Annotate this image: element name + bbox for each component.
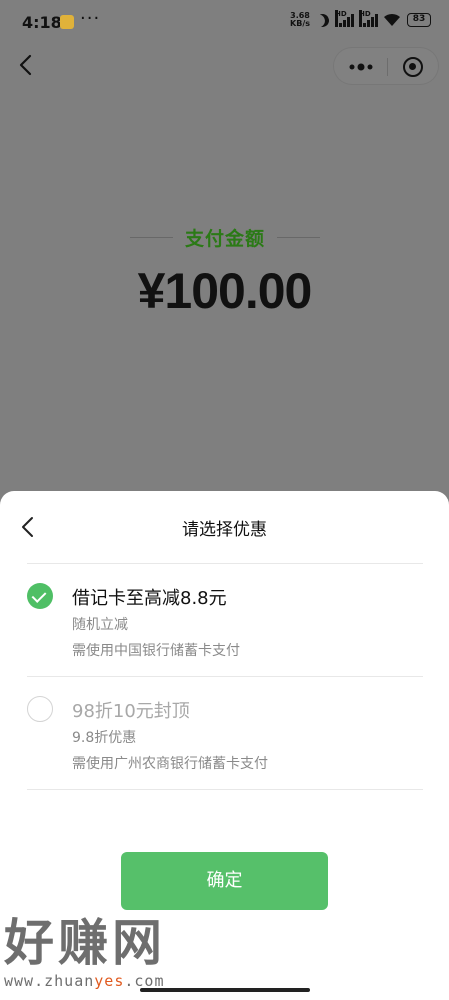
- signal-icon: HD: [335, 10, 354, 27]
- status-icons: 3.68 KB/s HD HD 83: [290, 10, 431, 29]
- divider-line: [277, 236, 321, 238]
- watermark: 好赚网 www.zhuanyes.com: [4, 916, 166, 990]
- wifi-icon: [384, 13, 400, 26]
- more-dots-icon[interactable]: [346, 59, 376, 75]
- back-icon[interactable]: [14, 52, 40, 78]
- payment-amount: ¥100.00: [137, 263, 313, 319]
- signal-icon-2: HD: [359, 10, 378, 27]
- home-indicator[interactable]: [140, 988, 310, 992]
- mini-program-capsule: [333, 47, 439, 85]
- notification-app-icon: [60, 15, 74, 29]
- option-requirement: 需使用中国银行储蓄卡支付: [72, 643, 240, 659]
- option-title: 借记卡至高减8.8元: [72, 588, 227, 609]
- divider-line: [130, 236, 173, 238]
- sheet-title: 请选择优惠: [182, 520, 267, 540]
- payment-label: 支付金额: [185, 227, 266, 250]
- discount-option-2[interactable]: 98折10元封顶 9.8折优惠 需使用广州农商银行储蓄卡支付: [0, 677, 449, 789]
- watermark-logo-text: 好赚网: [4, 914, 166, 972]
- option-subtitle: 9.8折优惠: [72, 730, 137, 746]
- checked-icon[interactable]: [27, 583, 53, 609]
- network-speed-unit: KB/s: [290, 19, 310, 28]
- battery-icon: 83: [407, 13, 431, 27]
- status-time: 4:18: [22, 13, 62, 32]
- status-bar: 4:18 ··· 3.68 KB/s HD HD 83: [0, 0, 449, 44]
- watermark-url-highlight: yes: [94, 972, 125, 990]
- option-title: 98折10元封顶: [72, 701, 190, 722]
- option-subtitle: 随机立减: [72, 617, 128, 633]
- watermark-url-prefix: www.zhuan: [4, 972, 95, 990]
- discount-option-1[interactable]: 借记卡至高减8.8元 随机立减 需使用中国银行储蓄卡支付: [0, 564, 449, 676]
- payment-label-row: 支付金额: [130, 222, 321, 252]
- status-more-indicator: ···: [80, 8, 101, 29]
- divider: [27, 789, 423, 790]
- target-icon[interactable]: [403, 57, 423, 77]
- confirm-button[interactable]: 确定: [121, 852, 328, 910]
- signal-hd-label-2: HD: [359, 10, 371, 27]
- option-requirement: 需使用广州农商银行储蓄卡支付: [72, 756, 268, 772]
- unchecked-circle-icon[interactable]: [27, 696, 53, 722]
- signal-hd-label: HD: [335, 10, 347, 27]
- capsule-divider: [387, 58, 388, 76]
- do-not-disturb-icon: [314, 12, 331, 29]
- network-speed: 3.68 KB/s: [290, 12, 310, 28]
